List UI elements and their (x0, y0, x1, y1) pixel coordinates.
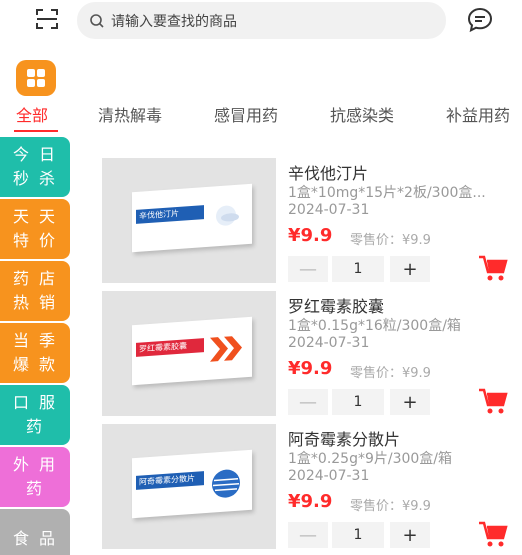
product-name: 辛伐他汀片 (288, 164, 369, 183)
sidebar-item-oral[interactable]: 口服药 (0, 385, 70, 445)
sidebar-item-label: 天天特价 (12, 207, 65, 250)
increase-button[interactable]: + (390, 256, 430, 282)
product-date: 2024-07-31 (288, 468, 370, 484)
increase-button[interactable]: + (390, 389, 430, 415)
sidebar-item-label: 今日秒杀 (12, 145, 65, 188)
product-image: 阿奇霉素分散片 (102, 424, 276, 549)
tab-all[interactable]: 全部 (16, 100, 48, 132)
tab-active-indicator (14, 130, 58, 132)
sidebar-item-label: 外用药 (12, 455, 65, 498)
tab-tonic[interactable]: 补益用药 (446, 100, 510, 132)
scan-icon[interactable] (36, 8, 58, 30)
sidebar-item-label: 食品 (12, 529, 65, 548)
sidebar-item-flash-sale[interactable]: 今日秒杀 (0, 137, 70, 197)
sidebar-item-daily-special[interactable]: 天天特价 (0, 199, 70, 259)
sidebar-item-label: 药店热销 (12, 269, 65, 312)
retail-price: 零售价：¥9.9 (350, 233, 431, 248)
cart-icon[interactable] (478, 520, 508, 548)
product-date: 2024-07-31 (288, 202, 370, 218)
cart-icon[interactable] (478, 387, 508, 415)
box-label: 阿奇霉素分散片 (136, 471, 204, 490)
search-input[interactable]: 请输入要查找的商品 (77, 2, 446, 39)
product-name: 阿奇霉素分散片 (288, 430, 401, 449)
product-image: 罗红霉素胶囊 (102, 291, 276, 416)
product-image: 辛伐他汀片 (102, 158, 276, 283)
decrease-button[interactable]: — (288, 389, 328, 415)
box-label: 罗红霉素胶囊 (136, 338, 204, 357)
product-spec: 1盒*10mg*15片*2板/300盒... (288, 185, 486, 201)
product-spec: 1盒*0.25g*9片/300盒/箱 (288, 451, 453, 467)
sidebar-item-food[interactable]: 食品 (0, 509, 70, 555)
tab-cold-medicine[interactable]: 感冒用药 (214, 100, 278, 132)
product-price: ¥9.9 (288, 225, 333, 246)
product-price: ¥9.9 (288, 358, 333, 379)
tab-anti-infection[interactable]: 抗感染类 (330, 100, 394, 132)
sidebar-item-hot-sales[interactable]: 药店热销 (0, 261, 70, 321)
top-bar: 请输入要查找的商品 (0, 0, 522, 44)
increase-button[interactable]: + (390, 522, 430, 548)
sidebar-item-seasonal[interactable]: 当季爆款 (0, 323, 70, 383)
product-card[interactable]: 阿奇霉素分散片 阿奇霉素分散片 1盒*0.25g*9片/300盒/箱 2024-… (102, 424, 522, 549)
retail-price: 零售价：¥9.9 (350, 366, 431, 381)
product-card[interactable]: 罗红霉素胶囊 罗红霉素胶囊 1盒*0.15g*16粒/300盒/箱 2024-0… (102, 291, 522, 416)
sidebar-item-external[interactable]: 外用药 (0, 447, 70, 507)
tab-heat-clearing[interactable]: 清热解毒 (98, 100, 162, 132)
grid-icon[interactable] (16, 60, 56, 96)
quantity-field[interactable]: 1 (332, 389, 384, 415)
search-placeholder: 请输入要查找的商品 (111, 13, 237, 30)
sidebar-item-label: 口服药 (12, 393, 65, 436)
product-spec: 1盒*0.15g*16粒/300盒/箱 (288, 318, 461, 334)
decrease-button[interactable]: — (288, 256, 328, 282)
cart-icon[interactable] (478, 254, 508, 282)
sidebar-item-label: 当季爆款 (12, 331, 65, 374)
product-price: ¥9.9 (288, 491, 333, 512)
box-label: 辛伐他汀片 (136, 205, 204, 224)
product-name: 罗红霉素胶囊 (288, 297, 385, 316)
decrease-button[interactable]: — (288, 522, 328, 548)
search-icon (90, 13, 104, 28)
product-card[interactable]: 辛伐他汀片 辛伐他汀片 1盒*10mg*15片*2板/300盒... 2024-… (102, 158, 522, 283)
retail-price: 零售价：¥9.9 (350, 499, 431, 514)
category-tabs: 全部 清热解毒 感冒用药 抗感染类 补益用药 (0, 100, 522, 134)
product-date: 2024-07-31 (288, 335, 370, 351)
message-icon[interactable] (466, 6, 494, 34)
quantity-field[interactable]: 1 (332, 522, 384, 548)
quantity-field[interactable]: 1 (332, 256, 384, 282)
